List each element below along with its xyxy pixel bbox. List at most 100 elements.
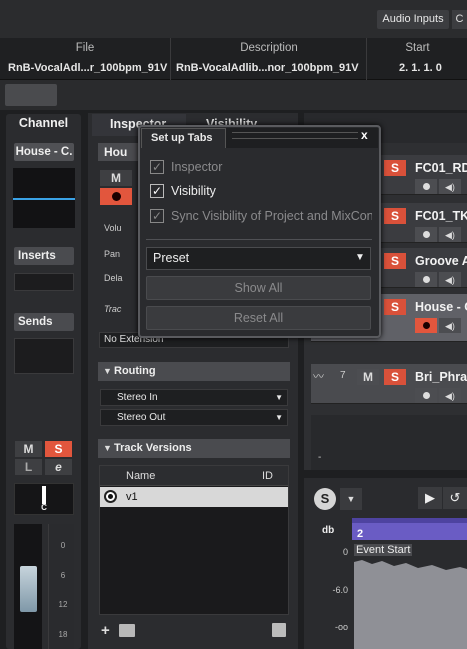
collapse-triangle-icon[interactable]: ▼ [103,443,112,453]
solo-button[interactable]: S [384,160,406,176]
record-dot-icon [112,192,121,201]
sends-slot[interactable] [14,338,74,374]
channel-name[interactable]: House - C. [14,143,74,161]
radio-dot-icon [108,494,113,499]
version-name[interactable]: v1 [126,491,138,503]
record-button-active[interactable] [415,318,437,333]
show-all-button[interactable]: Show All [146,276,371,300]
track-list-dash: - [318,452,322,463]
monitor-button[interactable]: ◀) [439,318,461,333]
visibility-option-label: Visibility [171,184,216,198]
track-list-empty-area [311,415,467,470]
track-name[interactable]: House - C [415,300,467,314]
sync-visibility-option-label: Sync Visibility of Project and MixCon [171,209,372,223]
record-button[interactable] [415,227,437,242]
visibility-checkbox[interactable]: ✓ [150,184,164,198]
stereo-out-label: Stereo Out [117,412,166,423]
inspector-checkbox[interactable]: ✓ [150,160,164,174]
monitor-button[interactable]: ◀) [439,227,461,242]
record-button[interactable] [415,179,437,194]
input-routing-select[interactable]: Stereo In ▼ [100,389,288,406]
db-scale-label: -oo [334,622,348,632]
record-button[interactable] [415,388,437,403]
channel-title[interactable]: Channel [6,116,81,130]
output-routing-select[interactable]: Stereo Out ▼ [100,409,288,426]
cubase-window: Audio Inputs C File RnB-VocalAdl...r_100… [0,0,467,649]
scale-label: 0 [60,541,66,550]
start-value[interactable]: 2. 1. 1. 0 [399,62,467,74]
solo-button[interactable]: S [384,253,406,269]
ruler-mark: 2 [357,528,364,540]
delay-row[interactable]: Dela [100,270,140,286]
info-col-description: Description RnB-VocalAdlib...nor_100bpm_… [172,38,367,80]
monitor-button[interactable]: ◀) [439,388,461,403]
collapse-triangle-icon[interactable]: ▼ [103,366,112,376]
scale-label: 18 [58,630,68,639]
monitor-button[interactable]: ◀) [439,179,461,194]
reset-all-button[interactable]: Reset All [146,306,371,330]
event-start-marker[interactable]: Event Start [354,544,413,556]
ruler-band [352,518,467,523]
description-header: Description [240,42,298,54]
preset-select[interactable]: Preset [146,247,371,270]
track-name[interactable]: Groove A [415,254,467,268]
audio-inputs-button[interactable]: Audio Inputs [377,10,449,29]
add-version-icon[interactable]: + [101,622,110,639]
description-value[interactable]: RnB-VocalAdlib...nor_100bpm_91V [176,62,364,74]
sync-visibility-checkbox[interactable]: ✓ [150,209,164,223]
column-name[interactable]: Name [126,470,155,482]
solo-button[interactable]: S [384,369,406,385]
file-value[interactable]: RnB-VocalAdl...r_100bpm_91V [8,62,168,74]
dropdown-icon: ▼ [275,413,283,422]
monitor-button[interactable]: ◀) [439,272,461,287]
scale-label: 12 [58,600,68,609]
keyboard-icon[interactable] [5,84,57,106]
start-header: Start [405,42,430,54]
column-id[interactable]: ID [262,470,273,482]
inserts-slot[interactable] [14,273,74,291]
zone-strip [0,80,467,110]
info-line: File RnB-VocalAdl...r_100bpm_91V Descrip… [0,38,467,80]
close-icon[interactable]: x [361,128,368,142]
track-versions-section[interactable]: Track Versions [98,439,290,458]
editor-dropdown-icon[interactable]: ▼ [340,488,362,510]
loop-icon[interactable]: ↺ [443,487,467,509]
dialog-separator [146,239,372,240]
pan-row[interactable]: Pan [100,246,140,262]
listen-button[interactable]: L [15,459,42,475]
meter-line [13,198,75,200]
c-button[interactable]: C [452,10,467,29]
mute-button[interactable]: M [357,369,379,385]
dialog-title: Set up Tabs [141,128,226,148]
inspector-option-label: Inspector [171,160,223,174]
play-icon[interactable]: ▶ [418,487,442,509]
info-col-start: Start 2. 1. 1. 0 [368,38,467,80]
track-name[interactable]: FC01_RD [415,161,467,175]
track-number: 7 [340,370,346,381]
track-row[interactable]: Trac [100,301,140,317]
sends-section[interactable]: Sends [14,313,74,331]
track-name[interactable]: Bri_Phras [415,370,467,384]
audio-track-icon: 〰 [313,371,324,383]
solo-editor-button[interactable]: S [314,488,336,510]
volume-row[interactable]: Volu [100,220,140,236]
solo-button[interactable]: S [384,299,406,315]
duplicate-version-icon[interactable] [119,624,135,637]
solo-button[interactable]: S [45,441,72,457]
volume-fader-handle[interactable] [20,566,37,612]
inserts-section[interactable]: Inserts [14,247,74,265]
solo-button[interactable]: S [384,208,406,224]
pan-indicator [42,486,46,504]
routing-section[interactable]: Routing [98,362,290,381]
waveform [354,560,467,649]
record-button[interactable] [415,272,437,287]
inspector-mute-button[interactable]: M [100,170,132,186]
track-section-header[interactable]: Hou [98,143,142,161]
track-row[interactable]: M S Bri_Phras ◀) [311,364,467,404]
edit-channel-button[interactable]: e [45,459,72,475]
delete-version-icon[interactable] [272,623,286,637]
dropdown-icon: ▼ [275,393,283,402]
track-name[interactable]: FC01_TK [415,209,467,223]
mute-button[interactable]: M [15,441,42,457]
db-label: db [322,525,335,536]
